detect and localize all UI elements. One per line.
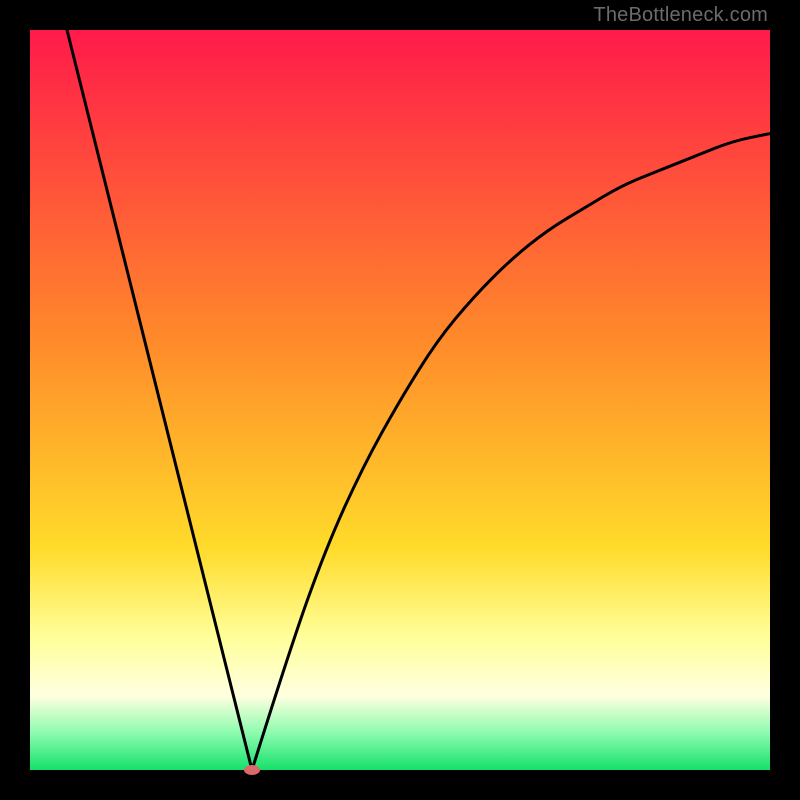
curve-left-branch (67, 30, 252, 770)
chart-frame: TheBottleneck.com (0, 0, 800, 800)
bottleneck-curve (30, 30, 770, 770)
minimum-marker (244, 765, 260, 775)
plot-area (30, 30, 770, 770)
curve-right-branch (252, 134, 770, 770)
watermark-text: TheBottleneck.com (593, 4, 768, 27)
